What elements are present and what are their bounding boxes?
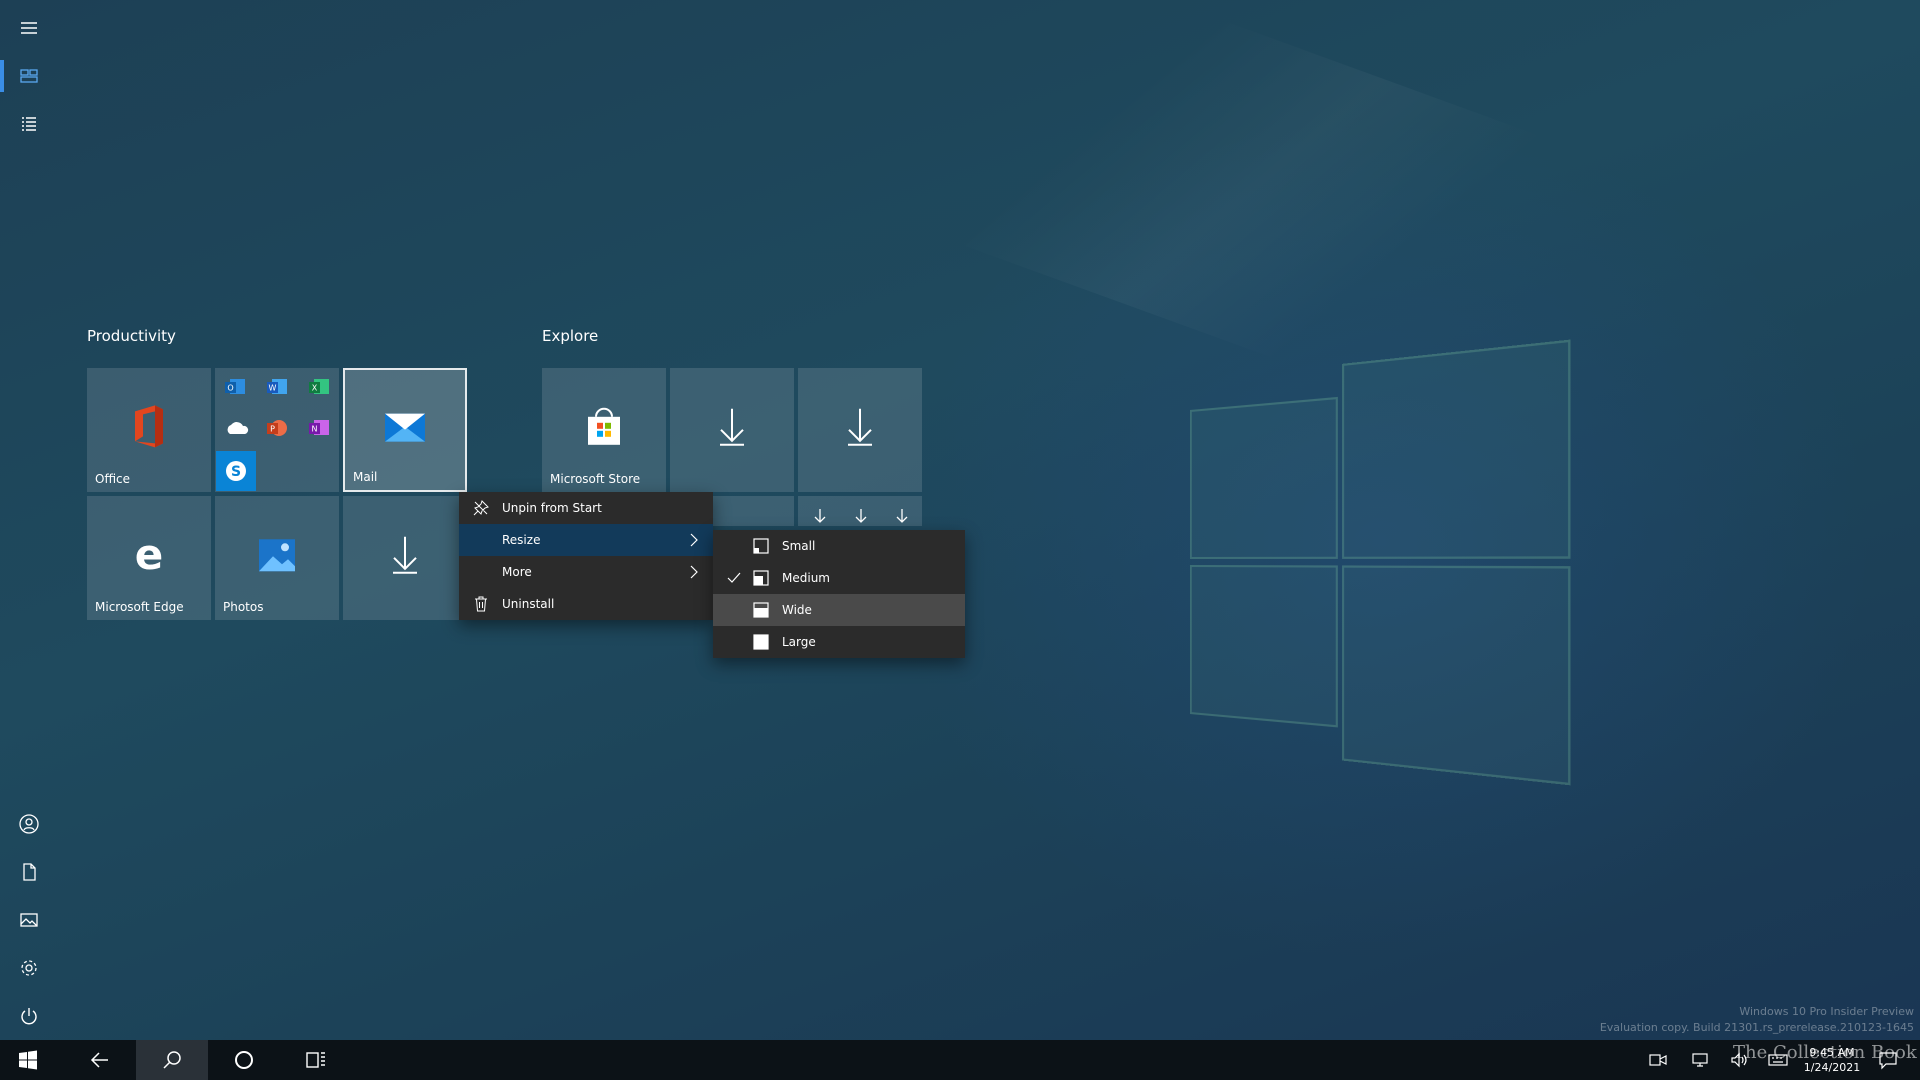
svg-text:P: P: [270, 425, 275, 434]
tile-office[interactable]: Office: [87, 368, 211, 492]
trash-icon: [475, 596, 487, 612]
expand-menu-button[interactable]: [0, 4, 58, 52]
pictures-button[interactable]: [0, 896, 58, 944]
unpin-icon: [473, 500, 489, 516]
tile-microsoft-edge[interactable]: e Microsoft Edge: [87, 496, 211, 620]
mail-icon: [385, 413, 425, 442]
brand-watermark: The Collection Book: [1733, 1042, 1917, 1063]
chevron-right-icon: [690, 565, 698, 579]
download-icon: [896, 509, 908, 523]
search-button[interactable]: [136, 1040, 208, 1080]
watermark-line-2: Evaluation copy. Build 21301.rs_prerelea…: [1599, 1021, 1914, 1034]
user-icon: [19, 814, 39, 834]
back-button[interactable]: [64, 1040, 136, 1080]
tile-size-wide-icon: [753, 602, 769, 618]
tile-label: Microsoft Store: [550, 472, 641, 486]
excel-icon: X: [308, 377, 330, 401]
svg-text:N: N: [312, 425, 318, 434]
pinned-tiles-button[interactable]: [0, 52, 58, 100]
task-view-button[interactable]: [280, 1040, 352, 1080]
taskbar: 9:45 AM 1/24/2021: [0, 1040, 1920, 1080]
document-icon: [23, 863, 36, 881]
chevron-right-icon: [690, 533, 698, 547]
power-button[interactable]: [0, 992, 58, 1040]
svg-text:X: X: [312, 384, 318, 393]
hamburger-icon: [21, 22, 37, 34]
cortana-circle-icon: [235, 1051, 253, 1069]
watermark-line-1: Windows 10 Pro Insider Preview: [1739, 1005, 1914, 1018]
start-left-rail: [0, 0, 58, 1040]
edge-icon: e: [135, 535, 164, 575]
tile-small-downloads[interactable]: [798, 496, 922, 526]
tile-downloading-app[interactable]: [798, 368, 922, 492]
picture-icon: [20, 913, 38, 927]
menu-item-more[interactable]: More: [459, 556, 713, 588]
svg-text:O: O: [227, 384, 233, 393]
start-button[interactable]: [0, 1040, 56, 1080]
tile-context-menu: Unpin from Start Resize More Uninstall: [459, 492, 713, 620]
tile-photos[interactable]: Photos: [215, 496, 339, 620]
powerpoint-icon: P: [266, 418, 288, 442]
photos-icon: [259, 539, 295, 572]
cortana-button[interactable]: [208, 1040, 280, 1080]
all-apps-button[interactable]: [0, 100, 58, 148]
download-icon: [855, 509, 867, 523]
settings-button[interactable]: [0, 944, 58, 992]
checkmark-icon: [727, 572, 741, 583]
account-button[interactable]: [0, 800, 58, 848]
download-icon: [720, 408, 744, 446]
back-arrow-icon: [90, 1052, 108, 1068]
resize-option-wide[interactable]: Wide: [713, 594, 965, 626]
windows-logo-wallpaper: [1190, 339, 1571, 786]
download-icon: [814, 509, 826, 523]
svg-text:S: S: [231, 464, 241, 480]
search-icon: [163, 1051, 181, 1069]
menu-item-uninstall[interactable]: Uninstall: [459, 588, 713, 620]
tile-label: Photos: [223, 600, 264, 614]
svg-text:W: W: [269, 384, 277, 393]
skype-icon: S: [216, 451, 256, 491]
list-icon: [22, 117, 36, 131]
download-icon: [848, 408, 872, 446]
tile-downloading-app[interactable]: [343, 496, 467, 620]
windows-logo-icon: [19, 1050, 37, 1070]
office-icon: [135, 405, 163, 448]
resize-submenu: Small Medium Wide Large: [713, 530, 965, 658]
tile-label: Office: [95, 472, 131, 486]
svg-text:e: e: [135, 535, 164, 575]
resize-option-small[interactable]: Small: [713, 530, 965, 562]
outlook-icon: O: [224, 377, 250, 399]
documents-button[interactable]: [0, 848, 58, 896]
tile-office-apps-folder[interactable]: O W X P N S: [215, 368, 339, 492]
tile-mail[interactable]: Mail: [343, 368, 467, 492]
resize-option-medium[interactable]: Medium: [713, 562, 965, 594]
group-title-productivity[interactable]: Productivity: [87, 327, 176, 345]
menu-item-resize[interactable]: Resize: [459, 524, 713, 556]
onenote-icon: N: [308, 418, 330, 442]
build-watermark: Windows 10 Pro Insider Preview Evaluatio…: [1600, 1004, 1914, 1036]
tiles-icon: [20, 69, 38, 83]
tile-size-large-icon: [753, 634, 769, 650]
resize-option-large[interactable]: Large: [713, 626, 965, 658]
network-icon[interactable]: [1690, 1050, 1710, 1070]
store-icon: [588, 407, 620, 445]
download-icon: [393, 536, 417, 574]
meet-now-icon[interactable]: [1648, 1050, 1668, 1070]
menu-item-unpin[interactable]: Unpin from Start: [459, 492, 713, 524]
group-title-explore[interactable]: Explore: [542, 327, 598, 345]
gear-icon: [21, 960, 37, 976]
tile-size-small-icon: [753, 538, 769, 554]
power-icon: [21, 1008, 37, 1025]
tile-size-medium-icon: [753, 570, 769, 586]
word-icon: W: [266, 377, 288, 401]
tile-microsoft-store[interactable]: Microsoft Store: [542, 368, 666, 492]
tile-label: Microsoft Edge: [95, 600, 184, 614]
task-view-icon: [306, 1052, 325, 1068]
tile-label: Mail: [353, 470, 378, 484]
onedrive-icon: [224, 420, 250, 440]
tile-downloading-app[interactable]: [670, 368, 794, 492]
